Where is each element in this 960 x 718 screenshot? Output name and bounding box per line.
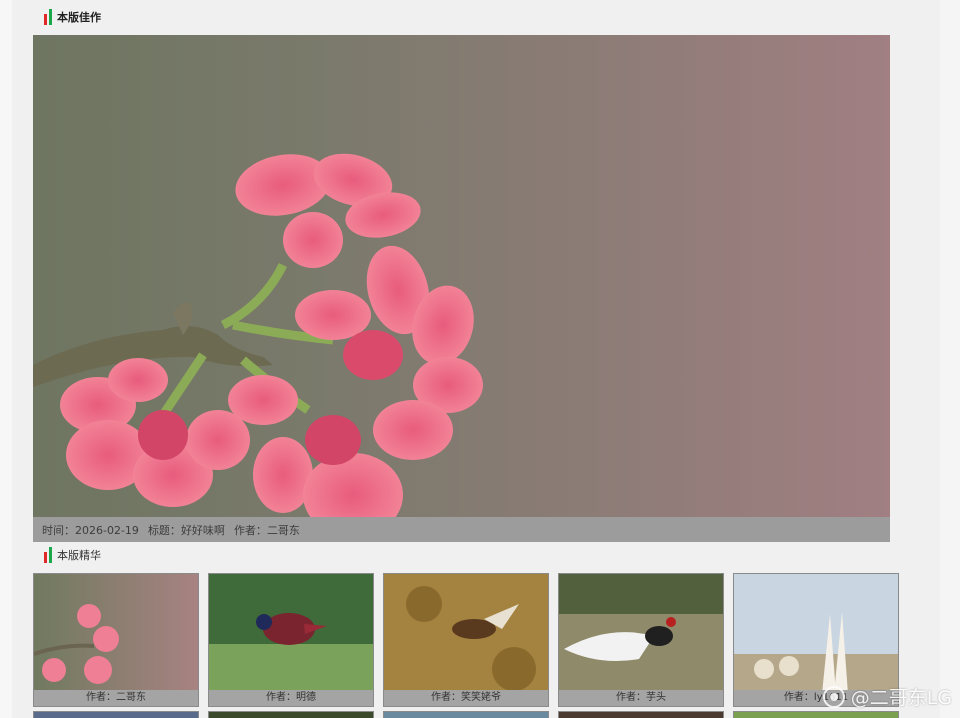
thumbnail-grid: 作者：二哥东 作者：明德 作者：笑笑姥爷 作者：芋头 作者：ly1611 <box>33 573 899 707</box>
featured-title: 标题：好好味啊 <box>147 523 225 537</box>
thumbnail-grid-row-2 <box>33 711 899 718</box>
featured-title-link[interactable]: 好好味啊 <box>181 524 225 537</box>
thumbnail-image[interactable] <box>559 574 724 707</box>
thumbnail-item[interactable] <box>733 711 899 718</box>
thumbnail-item[interactable]: 作者：笑笑姥爷 <box>383 573 549 707</box>
watermark-text: @二哥东LG <box>850 687 952 709</box>
bar-chart-icon <box>44 9 52 25</box>
featured-author-link[interactable]: 二哥东 <box>267 524 300 537</box>
bar-chart-icon <box>44 547 52 563</box>
thumbnail-caption: 作者：二哥东 <box>34 690 198 706</box>
thumbnail-item[interactable] <box>208 711 374 718</box>
thumbnail-image[interactable] <box>209 574 374 707</box>
thumbnail-item[interactable]: 作者：二哥东 <box>33 573 199 707</box>
featured-section-title: 本版佳作 <box>57 11 101 24</box>
thumbnail-image[interactable] <box>384 574 549 707</box>
thumbnail-image[interactable] <box>34 574 199 707</box>
thumbnail-item[interactable]: 作者：明德 <box>208 573 374 707</box>
weibo-logo-icon <box>822 685 845 708</box>
featured-photo[interactable]: 时间：2026-02-19 标题：好好味啊 作者：二哥东 <box>33 35 890 542</box>
essence-section-title: 本版精华 <box>57 549 101 562</box>
watermark: @二哥东LG <box>822 683 952 710</box>
featured-author: 作者：二哥东 <box>233 523 300 537</box>
thumbnail-caption: 作者：明德 <box>209 690 373 706</box>
right-rail <box>940 0 960 718</box>
featured-caption: 时间：2026-02-19 标题：好好味啊 作者：二哥东 <box>33 517 890 542</box>
featured-image[interactable] <box>33 35 890 542</box>
thumbnail-item[interactable] <box>383 711 549 718</box>
thumbnail-item[interactable] <box>33 711 199 718</box>
thumbnail-item[interactable]: 作者：芋头 <box>558 573 724 707</box>
left-rail <box>0 0 12 718</box>
thumbnail-caption: 作者：芋头 <box>559 690 723 706</box>
thumbnail-item[interactable] <box>558 711 724 718</box>
thumbnail-caption: 作者：笑笑姥爷 <box>384 690 548 706</box>
featured-section-header: 本版佳作 <box>44 7 101 27</box>
featured-time: 时间：2026-02-19 <box>42 523 139 537</box>
essence-section-header: 本版精华 <box>44 545 101 565</box>
